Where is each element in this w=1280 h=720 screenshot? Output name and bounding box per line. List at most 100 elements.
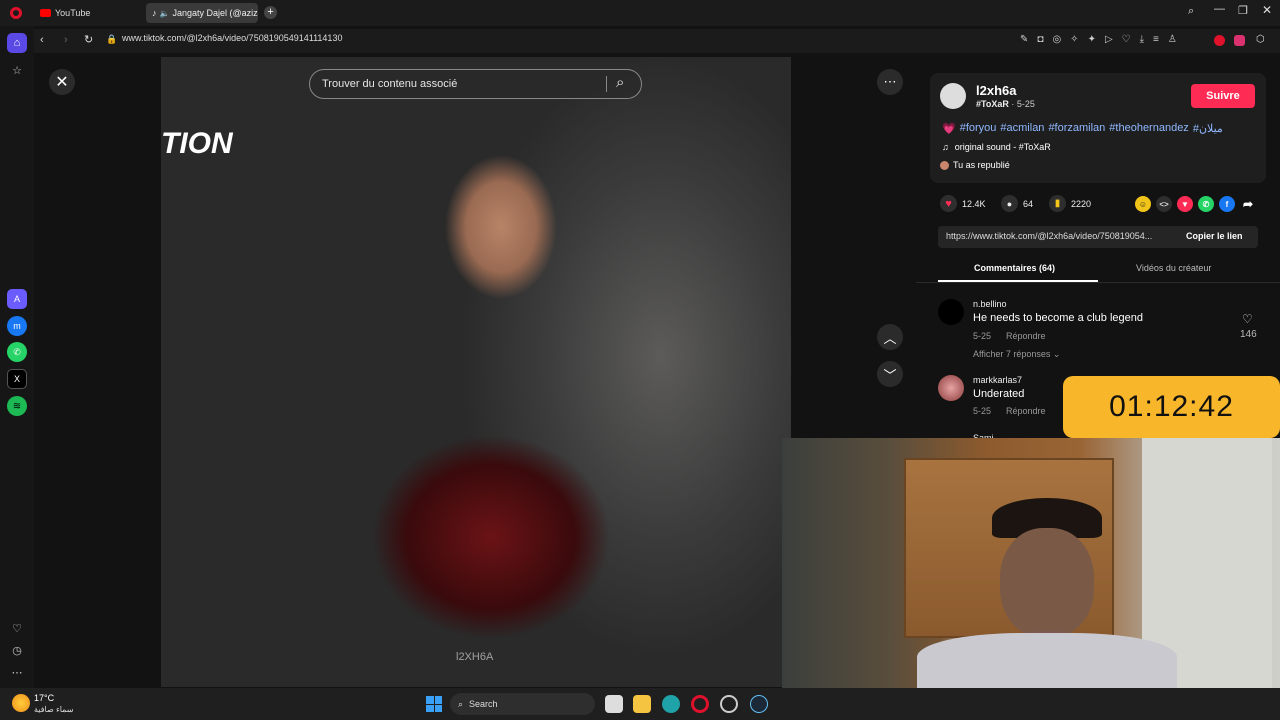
comments-count: 64	[1023, 198, 1034, 209]
forward-share-icon[interactable]: ➦	[1240, 196, 1256, 212]
whatsapp-icon[interactable]: ✆	[7, 342, 27, 362]
start-button[interactable]	[426, 696, 442, 712]
send-icon[interactable]: ▼	[1177, 196, 1193, 212]
sparkle-icon[interactable]: ✦	[1088, 34, 1096, 45]
menu-icon[interactable]: ≡	[1153, 34, 1159, 45]
weather-icon[interactable]	[12, 694, 30, 712]
hashtag-link[interactable]: #forzamilan	[1048, 122, 1105, 135]
maximize-button[interactable]: ❐	[1238, 4, 1248, 17]
minimize-button[interactable]: —	[1214, 3, 1225, 15]
likes-stat[interactable]: ♥ 12.4K	[940, 195, 986, 212]
tab-tiktok[interactable]: ♪ 🔈 Jangaty Dajel (@azizg	[146, 3, 258, 23]
close-window-button[interactable]: ✕	[1262, 3, 1272, 17]
follow-button[interactable]: Suivre	[1191, 84, 1255, 108]
avatar[interactable]	[938, 375, 964, 401]
vpn-icon[interactable]: ◎	[1052, 34, 1061, 45]
webcam-feed	[782, 438, 1280, 688]
sound-row[interactable]: ♫ original sound - #ToXaR	[942, 142, 1051, 152]
spotify-icon[interactable]: ≋	[7, 396, 27, 416]
camera-icon[interactable]: ◘	[1037, 34, 1043, 45]
opera-red-icon[interactable]	[1214, 35, 1225, 46]
hashtag-link[interactable]: #foryou	[960, 122, 997, 135]
steam-icon[interactable]	[750, 695, 768, 713]
youtube-icon	[40, 9, 51, 17]
tab-creator-videos[interactable]: Vidéos du créateur	[1136, 263, 1211, 273]
cube-icon[interactable]: ⬡	[1256, 34, 1265, 45]
download-icon[interactable]: ⤓	[1140, 34, 1144, 45]
hashtag-link[interactable]: #ميلان	[1193, 122, 1223, 135]
next-video-button[interactable]: ﹀	[877, 361, 903, 387]
previous-video-button[interactable]: ︿	[877, 324, 903, 350]
comment-text: Underated	[973, 388, 1025, 400]
opera-logo-icon[interactable]	[10, 7, 22, 19]
facebook-share-icon[interactable]: f	[1219, 196, 1235, 212]
heart-outline-icon[interactable]: ♡	[1122, 34, 1131, 45]
tab-comments[interactable]: Commentaires (64)	[974, 263, 1055, 273]
link-box: https://www.tiktok.com/@l2xh6a/video/750…	[938, 226, 1258, 248]
windows-taskbar: 17°C سماء صافية ⌕ Search	[0, 688, 1280, 720]
heart-outline-icon[interactable]: ♡	[1242, 312, 1253, 326]
tab-youtube[interactable]: YouTube	[34, 3, 144, 23]
edit-icon[interactable]: ✎	[1020, 34, 1028, 45]
author-username[interactable]: l2xh6a	[976, 83, 1016, 98]
saves-count: 2220	[1071, 198, 1092, 209]
url-field[interactable]: www.tiktok.com/@l2xh6a/video/75081905491…	[122, 33, 342, 43]
file-explorer-icon[interactable]	[633, 695, 651, 713]
history-icon[interactable]: ◷	[7, 640, 27, 660]
star-icon[interactable]: ☆	[7, 60, 27, 80]
address-bar: ‹ › ↻ 🔒 www.tiktok.com/@l2xh6a/video/750…	[34, 29, 1280, 53]
weather-temp[interactable]: 17°C	[34, 693, 54, 703]
heart-icon[interactable]: ♡	[7, 618, 27, 638]
play-icon[interactable]: ▷	[1105, 34, 1113, 45]
tab-label: Jangaty Dajel (@azizg	[172, 8, 258, 18]
post-link[interactable]: https://www.tiktok.com/@l2xh6a/video/750…	[946, 231, 1152, 241]
edge-icon[interactable]	[662, 695, 680, 713]
task-view-icon[interactable]	[605, 695, 623, 713]
video-overlay-text: TION	[161, 127, 233, 160]
comments-stat[interactable]: ● 64	[1001, 195, 1033, 212]
close-video-button[interactable]: ✕	[49, 69, 75, 95]
opera-taskbar-icon[interactable]	[691, 695, 709, 713]
friends-share-icon[interactable]: ☺	[1135, 196, 1151, 212]
hashtag-link[interactable]: #theohernandez	[1109, 122, 1189, 135]
new-tab-button[interactable]: +	[264, 6, 277, 19]
forward-button[interactable]: ›	[64, 34, 68, 46]
copy-link-button[interactable]: Copier le lien	[1186, 231, 1243, 241]
opera-sidebar: ⌂ ☆ A m ✆ X ≋ ♡ ◷ ⋯	[0, 26, 34, 688]
related-search-input[interactable]: Trouver du contenu associé ⌕	[309, 69, 642, 99]
opera-gx-icon[interactable]	[720, 695, 738, 713]
avatar[interactable]	[938, 299, 964, 325]
author-avatar[interactable]	[940, 83, 966, 109]
home-icon[interactable]: ⌂	[7, 33, 27, 53]
reply-button[interactable]: Répondre	[1006, 331, 1046, 341]
hashtag-link[interactable]: #acmilan	[1000, 122, 1044, 135]
more-icon[interactable]: ⋯	[7, 662, 27, 682]
browser-tab-bar: YouTube ♪ 🔈 Jangaty Dajel (@azizg + ⌕ — …	[0, 0, 1280, 26]
view-replies-button[interactable]: Afficher 7 réponses ⌄	[973, 349, 1060, 360]
shield-icon[interactable]	[1234, 35, 1245, 46]
aria-icon[interactable]: A	[7, 289, 27, 309]
reload-button[interactable]: ↻	[84, 33, 93, 46]
taskbar-search[interactable]: ⌕ Search	[450, 693, 595, 715]
messenger-icon[interactable]: m	[7, 316, 27, 336]
x-icon[interactable]: X	[7, 369, 27, 389]
search-tabs-icon[interactable]: ⌕	[1188, 5, 1194, 18]
person-shirt	[917, 633, 1177, 688]
search-icon[interactable]: ⌕	[616, 74, 624, 91]
whatsapp-share-icon[interactable]: ✆	[1198, 196, 1214, 212]
extension-icon[interactable]: ✧	[1070, 34, 1078, 45]
video-player[interactable]: TION l2XH6A	[161, 57, 791, 687]
embed-icon[interactable]: <>	[1156, 196, 1172, 212]
comment-author[interactable]: n.bellino	[973, 299, 1007, 309]
stream-timer: 01:12:42	[1063, 376, 1280, 438]
comment-date: 5-25	[973, 331, 992, 341]
reply-button[interactable]: Répondre	[1006, 406, 1046, 416]
more-options-button[interactable]: ⋯	[877, 69, 903, 95]
comment-author[interactable]: markkarlas7	[973, 375, 1022, 385]
search-icon: ⌕	[458, 698, 464, 709]
profile-icon[interactable]: ♙	[1168, 34, 1177, 45]
windows-logo-icon	[426, 704, 434, 712]
comment-date: 5-25	[973, 406, 992, 416]
back-button[interactable]: ‹	[40, 34, 44, 46]
saves-stat[interactable]: ▮ 2220	[1049, 195, 1091, 212]
